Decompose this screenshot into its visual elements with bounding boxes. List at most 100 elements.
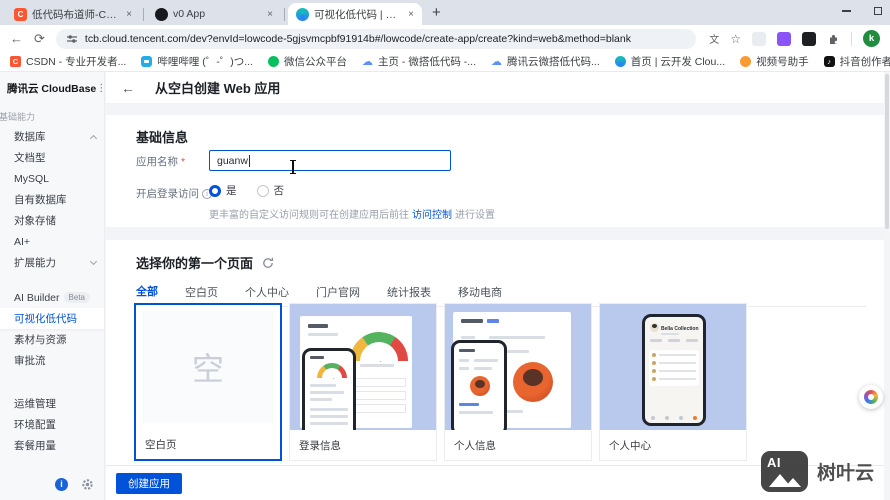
sidebar-item-label: 扩展能力 — [14, 257, 56, 269]
sidebar-item-usage[interactable]: 套餐用量 — [0, 435, 104, 456]
label-text: 开启登录访问 — [136, 188, 199, 200]
sidebar-item-ai[interactable]: AI+ — [0, 231, 104, 252]
access-control-link[interactable]: 访问控制 — [412, 210, 452, 221]
floating-pinwheel-button[interactable] — [859, 385, 883, 409]
radio-label: 否 — [273, 185, 285, 197]
toolbar-divider — [851, 31, 852, 46]
bookmark-csdn[interactable]: C CSDN - 专业开发者... — [10, 54, 126, 69]
sidebar-item-approval-flow[interactable]: 审批流 — [0, 350, 104, 371]
bookmark-channels-helper[interactable]: 视频号助手 — [740, 54, 809, 69]
template-label: 登录信息 — [299, 440, 341, 452]
sidebar-item-assets[interactable]: 素材与资源 — [0, 329, 104, 350]
reload-icon[interactable]: ⟳ — [34, 31, 45, 47]
sidebar-item-label: 自有数据库 — [14, 194, 67, 206]
extensions-puzzle-icon[interactable] — [827, 32, 840, 45]
address-bar[interactable]: tcb.cloud.tencent.com/dev?envId=lowcode-… — [55, 28, 696, 49]
template-card-profile-center[interactable]: Bella Collection 个人中心 — [599, 303, 747, 461]
sidebar-item-label: MySQL — [14, 172, 50, 185]
cloud-icon: ☁ — [362, 56, 374, 68]
preview-menu-row — [652, 361, 696, 365]
scrollbar-thumb[interactable] — [885, 74, 889, 229]
radio-selected-icon — [209, 184, 221, 197]
page-header: ← 从空白创建 Web 应用 — [106, 72, 884, 103]
watermark-ai-text: AI — [766, 455, 781, 470]
window-controls — [842, 7, 882, 15]
bookmark-cloudbase-home[interactable]: 首页 | 云开发 Clou... — [614, 54, 725, 69]
sidebar-item-ops[interactable]: 运维管理 — [0, 393, 104, 414]
page-title: 从空白创建 Web 应用 — [155, 81, 281, 96]
v0-favicon — [155, 7, 168, 21]
template-thumbnail: Bella Collection — [600, 304, 746, 430]
wechat-icon — [268, 56, 280, 67]
cloudbase-console: 腾讯云 CloudBase ⋮ 基础能力 数据库 文档型 MySQL 自有数据库… — [0, 72, 890, 500]
browser-window: C 低代码布道师-CSDN博客 × v0 App × 可视化低代码 | 腾讯云 … — [0, 0, 890, 500]
login-access-label: 开启登录访问 i * — [136, 186, 219, 201]
sidebar-item-document-db[interactable]: 文档型 — [0, 147, 104, 168]
sidebar-item-env-config[interactable]: 环境配置 — [0, 414, 104, 435]
preview-phone: Bella Collection — [642, 314, 706, 426]
template-card-blank[interactable]: 空 空白页 — [134, 303, 282, 461]
extension-icon[interactable] — [802, 31, 816, 46]
settings-gear-icon[interactable] — [81, 478, 94, 491]
refresh-icon[interactable] — [262, 257, 274, 269]
browser-tab-cloudbase-active[interactable]: 可视化低代码 | 腾讯云 CloudBas × — [288, 3, 422, 25]
close-tab-icon[interactable]: × — [126, 9, 132, 20]
template-card-personal-info[interactable]: 个人信息 — [444, 303, 592, 461]
profile-avatar[interactable]: k — [863, 30, 880, 47]
extension-icon[interactable] — [777, 31, 791, 46]
new-tab-button[interactable]: + — [432, 4, 441, 21]
login-access-radio-group: 是 否 — [209, 183, 284, 198]
sidebar-item-label: 审批流 — [14, 355, 46, 367]
preview-phone — [302, 348, 356, 430]
bookmark-star-icon[interactable]: ☆ — [730, 32, 741, 46]
sidebar-item-ai-builder[interactable]: AI Builder Beta — [0, 287, 104, 308]
gauge-needle — [332, 369, 338, 379]
radio-option-yes[interactable]: 是 — [209, 183, 237, 198]
preview-gauge-chart — [350, 332, 408, 362]
sidebar-item-label: 运维管理 — [14, 398, 56, 410]
maximize-window-button[interactable] — [874, 7, 882, 15]
preview-menu-row — [652, 353, 696, 357]
close-tab-icon[interactable]: × — [267, 9, 273, 20]
site-settings-icon[interactable] — [66, 33, 78, 45]
sidebar-item-database[interactable]: 数据库 — [0, 126, 104, 147]
radio-option-no[interactable]: 否 — [256, 183, 285, 198]
minimize-window-button[interactable] — [842, 10, 851, 12]
sidebar-item-own-db[interactable]: 自有数据库 — [0, 189, 104, 210]
help-icon[interactable]: i — [55, 478, 68, 491]
bookmark-weda-lowcode[interactable]: ☁ 腾讯云微搭低代码... — [491, 54, 600, 69]
template-thumbnail — [290, 304, 436, 430]
template-card-login-info[interactable]: 登录信息 — [289, 303, 437, 461]
sidebar-item-mysql[interactable]: MySQL — [0, 168, 104, 189]
translate-icon[interactable]: 文 — [709, 31, 719, 46]
template-thumbnail: 空 — [142, 311, 274, 423]
bookmark-weda-home[interactable]: ☁ 主页 - 微搭低代码 -... — [362, 54, 476, 69]
back-icon[interactable]: ← — [10, 31, 23, 46]
create-app-button[interactable]: 创建应用 — [116, 473, 182, 494]
sidebar-item-label: 可视化低代码 — [14, 313, 77, 325]
cloudbase-icon — [614, 56, 626, 67]
preview-line — [474, 367, 492, 370]
extension-icon[interactable] — [752, 31, 766, 46]
template-grid: 空 空白页 登录信息 个人信息 Bella Collection 个人中心 — [134, 303, 747, 461]
sidebar-item-object-storage[interactable]: 对象存储 — [0, 210, 104, 231]
url-text[interactable]: tcb.cloud.tencent.com/dev?envId=lowcode-… — [85, 33, 631, 45]
sidebar-item-label: 对象存储 — [14, 215, 56, 227]
channels-icon — [740, 56, 752, 67]
sidebar-item-extensions[interactable]: 扩展能力 — [0, 252, 104, 273]
preview-line — [310, 415, 348, 418]
watermark-logo-icon: AI — [760, 451, 808, 492]
browser-tab-v0[interactable]: v0 App × — [147, 3, 281, 25]
phone-screen — [305, 351, 353, 430]
sidebar-item-visual-lowcode[interactable]: 可视化低代码 — [0, 308, 104, 329]
bookmark-bilibili[interactable]: 哔哩哔哩 (゜-゜)つ... — [141, 54, 253, 69]
vertical-scrollbar[interactable] — [884, 72, 890, 500]
bookmark-douyin-creator[interactable]: ♪ 抖音创作者中心 — [823, 54, 890, 69]
required-asterisk: * — [181, 155, 186, 168]
close-tab-icon[interactable]: × — [408, 9, 414, 20]
kebab-menu-icon[interactable]: ⋮ — [96, 83, 104, 94]
app-name-input[interactable]: guanw — [209, 150, 451, 171]
bookmark-wechat-mp[interactable]: 微信公众平台 — [268, 54, 347, 69]
back-arrow-icon[interactable]: ← — [121, 80, 135, 96]
browser-tab-csdn[interactable]: C 低代码布道师-CSDN博客 × — [6, 3, 140, 25]
